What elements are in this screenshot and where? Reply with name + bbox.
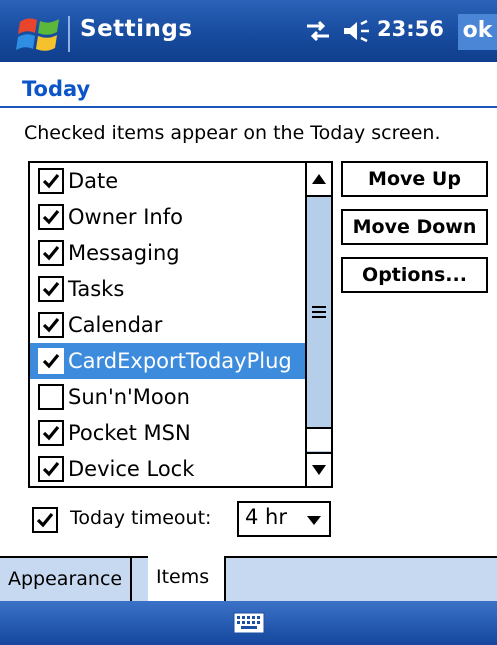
list-item[interactable]: Device Lock (30, 451, 305, 486)
tab-appearance[interactable]: Appearance (0, 558, 133, 601)
scroll-down-button[interactable] (307, 452, 331, 486)
list-item-label: Sun'n'Moon (68, 385, 190, 409)
arrow-up-icon (312, 174, 326, 184)
volume-icon[interactable] (341, 18, 371, 44)
options-button[interactable]: Options... (341, 257, 488, 293)
list-item[interactable]: Pocket MSN (30, 415, 305, 451)
checkmark-icon (42, 461, 60, 477)
today-items-list[interactable]: Date Owner Info Messaging Tasks Calendar Card… (28, 161, 333, 488)
list-item-checkbox[interactable] (38, 168, 64, 194)
list-item[interactable]: Sun'n'Moon (30, 379, 305, 415)
list-item[interactable]: Calendar (30, 307, 305, 343)
title-bar: Settings 23:56 ok (0, 0, 497, 62)
today-timeout-label: Today timeout: (70, 507, 212, 529)
keyboard-icon[interactable] (233, 611, 265, 635)
connectivity-icon[interactable] (303, 18, 333, 44)
list-item-label: Device Lock (68, 457, 195, 481)
checkmark-icon (42, 173, 60, 189)
list-item-checkbox[interactable] (38, 204, 64, 230)
list-item-label: Date (68, 169, 119, 193)
move-up-button[interactable]: Move Up (341, 161, 488, 197)
title-separator (68, 16, 70, 52)
list-item-label: Calendar (68, 313, 163, 337)
list-item-checkbox[interactable] (38, 312, 64, 338)
windows-start-icon[interactable] (16, 14, 62, 54)
checkmark-icon (42, 425, 60, 441)
scroll-up-button[interactable] (307, 163, 331, 197)
grip-icon (312, 306, 326, 318)
checkmark-icon (42, 317, 60, 333)
list-item-checkbox[interactable] (38, 384, 64, 410)
checkmark-icon (36, 512, 54, 528)
list-item[interactable]: Owner Info (30, 199, 305, 235)
list-item[interactable]: CardExportTodayPlug (30, 343, 305, 379)
checkmark-icon (42, 209, 60, 225)
arrow-down-icon (312, 465, 326, 475)
timeout-dropdown[interactable]: 4 hr (237, 501, 331, 537)
list-item-label: Pocket MSN (68, 421, 191, 445)
page-title: Today (22, 77, 91, 101)
move-down-button[interactable]: Move Down (341, 209, 488, 245)
list-item[interactable]: Messaging (30, 235, 305, 271)
list-item-label: Messaging (68, 241, 180, 265)
list-item[interactable]: Tasks (30, 271, 305, 307)
list-item-label: CardExportTodayPlug (68, 349, 292, 373)
checkmark-icon (42, 353, 60, 369)
timeout-value: 4 hr (245, 505, 287, 529)
checkmark-icon (42, 281, 60, 297)
checkmark-icon (42, 245, 60, 261)
tab-items[interactable]: Items (148, 556, 226, 601)
list-item[interactable]: Date (30, 163, 305, 199)
scroll-thumb[interactable] (307, 163, 331, 463)
list-item-checkbox[interactable] (38, 240, 64, 266)
menu-bar (0, 601, 497, 645)
chevron-down-icon (307, 516, 321, 525)
instructions-text: Checked items appear on the Today screen… (24, 122, 441, 144)
list-item-label: Tasks (68, 277, 125, 301)
list-item-checkbox[interactable] (38, 276, 64, 302)
clock[interactable]: 23:56 (377, 17, 444, 41)
today-timeout-checkbox[interactable] (32, 507, 58, 533)
heading-divider (0, 106, 497, 108)
scroll-track[interactable] (307, 427, 331, 451)
list-item-checkbox[interactable] (38, 348, 64, 374)
list-item-checkbox[interactable] (38, 456, 64, 482)
list-item-label: Owner Info (68, 205, 183, 229)
app-title: Settings (80, 16, 193, 42)
list-scrollbar[interactable] (305, 163, 331, 486)
list-item-checkbox[interactable] (38, 420, 64, 446)
ok-button[interactable]: ok (458, 14, 497, 50)
tab-strip: Appearance Items (0, 556, 497, 601)
